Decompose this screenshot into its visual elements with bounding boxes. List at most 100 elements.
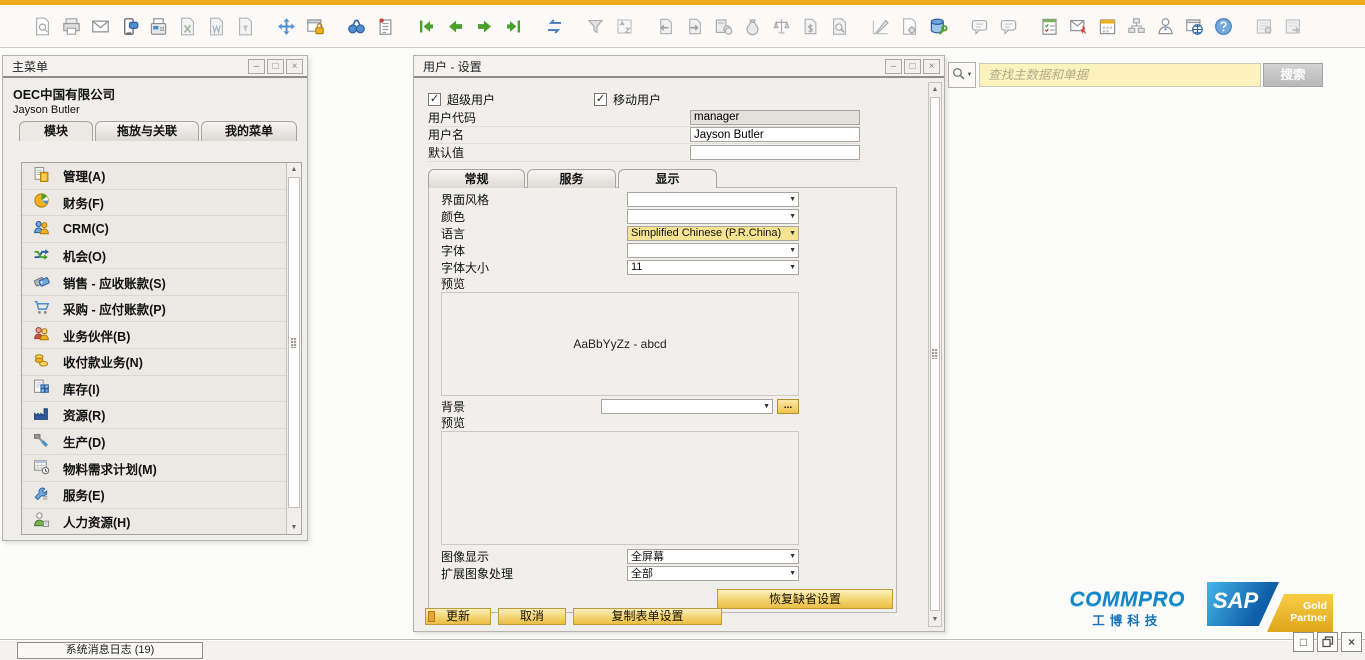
export-excel-icon[interactable] [175,14,199,38]
payment-means-icon[interactable] [711,14,735,38]
last-record-icon[interactable] [501,14,525,38]
minimize-button[interactable]: – [248,59,265,74]
search-button[interactable]: 搜索 [1263,63,1323,87]
chat-a-icon[interactable] [967,14,991,38]
close-button[interactable]: × [286,59,303,74]
edit-chart-icon[interactable] [868,14,892,38]
superuser-checkbox[interactable]: ✓ [428,93,441,106]
update-button[interactable]: 更新 [425,608,491,625]
tab-general[interactable]: 常规 [428,169,525,188]
maximize-button[interactable]: □ [1293,632,1314,652]
maximize-button[interactable]: □ [904,59,921,74]
background-dropdown[interactable]: ▼ [601,399,773,414]
web-browser-icon[interactable] [1182,14,1206,38]
dialog-titlebar[interactable]: 用户 - 设置 – □ × [414,56,944,78]
menu-item-business-partners[interactable]: 业务伙伴(B) [22,322,286,349]
menu-item-human-resources[interactable]: 人力资源(H) [22,509,286,535]
journal-voucher-icon[interactable] [373,14,397,38]
menu-item-opportunities[interactable]: 机会(O) [22,243,286,270]
scrollbar-thumb[interactable] [930,97,940,611]
first-record-icon[interactable] [414,14,438,38]
close-button[interactable]: × [1341,632,1362,652]
tab-drag-relate[interactable]: 拖放与关联 [95,121,199,141]
restore-defaults-button[interactable]: 恢复缺省设置 [717,589,893,609]
menu-item-resources[interactable]: 资源(R) [22,402,286,429]
sms-icon[interactable] [117,14,141,38]
alert-message-icon[interactable] [1066,14,1090,38]
menu-item-banking[interactable]: 收付款业务(N) [22,349,286,376]
sort-icon[interactable] [612,14,636,38]
dialog-scrollbar[interactable]: ▲ ▼ [928,82,942,627]
user-name-field[interactable] [690,127,860,142]
print-preview-icon[interactable] [30,14,54,38]
checklist-icon[interactable] [1037,14,1061,38]
font-dropdown[interactable]: ▼ [627,243,799,258]
restore-windows-button[interactable] [1317,632,1338,652]
copy-from-icon[interactable] [653,14,677,38]
menu-item-production[interactable]: 生产(D) [22,429,286,456]
image-display-dropdown[interactable]: 全屏幕▼ [627,549,799,564]
system-message-log-tab[interactable]: 系统消息日志 (19) [17,642,203,659]
menu-item-crm[interactable]: CRM(C) [22,216,286,243]
scroll-up-icon[interactable]: ▲ [287,163,301,176]
ext-image-dropdown[interactable]: 全部▼ [627,566,799,581]
previous-record-icon[interactable] [443,14,467,38]
user-code-field[interactable] [690,110,860,125]
main-menu-titlebar[interactable]: 主菜单 – □ × [3,56,307,78]
color-dropdown[interactable]: ▼ [627,209,799,224]
main-menu-scrollbar[interactable]: ▲ ▼ [286,163,301,534]
addon-manager-icon[interactable] [1281,14,1305,38]
copy-to-icon[interactable] [682,14,706,38]
font-size-dropdown[interactable]: 11▼ [627,260,799,275]
browse-button[interactable]: ... [777,399,799,414]
employee-icon[interactable] [1153,14,1177,38]
menu-item-administration[interactable]: 管理(A) [22,163,286,190]
tab-services[interactable]: 服务 [527,169,616,188]
find-icon[interactable] [344,14,368,38]
database-maintenance-icon[interactable] [926,14,950,38]
minimize-button[interactable]: – [885,59,902,74]
lock-screen-icon[interactable] [303,14,327,38]
scroll-down-icon[interactable]: ▼ [287,521,301,534]
menu-item-sales-ar[interactable]: 销售 - 应收账款(S) [22,269,286,296]
fax-icon[interactable] [146,14,170,38]
refresh-icon[interactable] [542,14,566,38]
menu-item-purchasing-ap[interactable]: 采购 - 应付账款(P) [22,296,286,323]
menu-item-financials[interactable]: 财务(F) [22,190,286,217]
email-icon[interactable] [88,14,112,38]
next-record-icon[interactable] [472,14,496,38]
filter-icon[interactable] [583,14,607,38]
skin-style-dropdown[interactable]: ▼ [627,192,799,207]
move-window-icon[interactable] [274,14,298,38]
cancel-button[interactable]: 取消 [498,608,566,625]
export-word-icon[interactable] [204,14,228,38]
tab-modules[interactable]: 模块 [19,121,93,141]
search-input[interactable] [979,63,1261,87]
org-chart-icon[interactable] [1124,14,1148,38]
tab-my-menu[interactable]: 我的菜单 [201,121,297,141]
tab-display[interactable]: 显示 [618,169,717,188]
language-dropdown[interactable]: Simplified Chinese (P.R.China)▼ [627,226,799,241]
addon-settings-icon[interactable] [1252,14,1276,38]
mobile-user-checkbox[interactable]: ✓ [594,93,607,106]
calendar-icon[interactable] [1095,14,1119,38]
maximize-button[interactable]: □ [267,59,284,74]
defaults-field[interactable] [690,145,860,160]
menu-item-inventory[interactable]: 库存(I) [22,376,286,403]
scrollbar-thumb[interactable] [288,177,300,508]
help-icon[interactable] [1211,14,1235,38]
exchange-rate-scales-icon[interactable] [769,14,793,38]
document-dollar-icon[interactable] [798,14,822,38]
menu-item-service[interactable]: 服务(E) [22,482,286,509]
print-icon[interactable] [59,14,83,38]
copy-form-settings-button[interactable]: 复制表单设置 [573,608,722,625]
money-bag-icon[interactable] [740,14,764,38]
scroll-up-icon[interactable]: ▲ [929,83,941,96]
scroll-down-icon[interactable]: ▼ [929,613,941,626]
search-scope-button[interactable]: ▼ [948,62,976,88]
chat-b-icon[interactable] [996,14,1020,38]
export-pdf-icon[interactable] [233,14,257,38]
menu-item-mrp[interactable]: 物料需求计划(M) [22,455,286,482]
close-button[interactable]: × [923,59,940,74]
query-preview-icon[interactable] [827,14,851,38]
